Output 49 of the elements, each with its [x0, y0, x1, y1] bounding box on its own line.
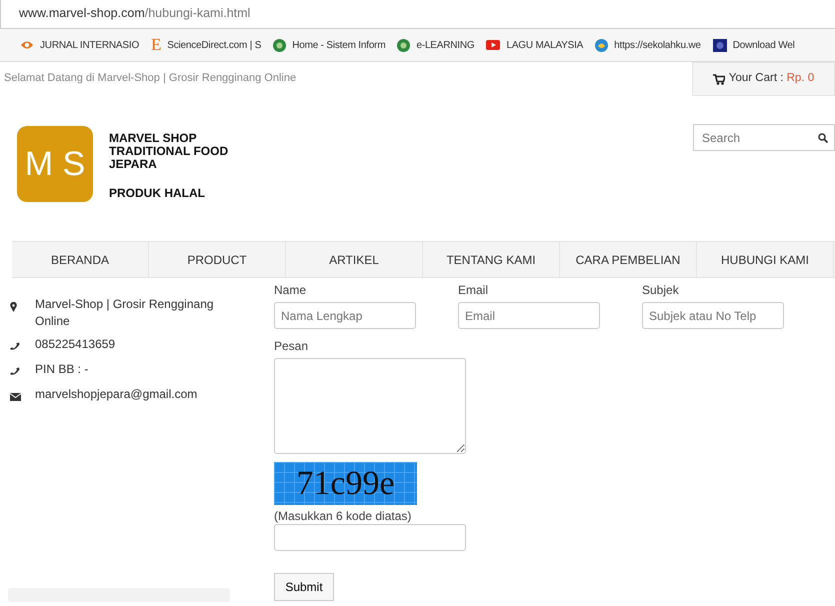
field-label: Email [458, 282, 490, 298]
eye-icon [20, 39, 34, 51]
globe-icon [273, 38, 286, 52]
field-label: Pesan [274, 338, 310, 354]
cart-button[interactable]: Your Cart : Rp. 0 [692, 62, 835, 96]
nav-tab[interactable]: PRODUCT [149, 242, 286, 277]
nav-tab[interactable]: CARA PEMBELIAN [560, 242, 697, 277]
input-field[interactable]: Email [458, 302, 600, 329]
nav-tab[interactable]: ARTIKEL [286, 242, 423, 277]
input-field[interactable]: Subjek atau No Telp [642, 302, 784, 329]
field-label: Subjek [642, 282, 680, 298]
mail-icon [10, 392, 21, 401]
contact-text: 085225413659 [35, 336, 116, 353]
bookmark-link[interactable]: LAGU MALAYSIA [506, 38, 584, 52]
tagline-text: PRODUK HALAL [109, 187, 206, 200]
nav-tab[interactable]: BERANDA [12, 242, 149, 277]
bookmark-link[interactable]: Home - Sistem Inform [292, 38, 386, 52]
globe-icon [397, 38, 410, 52]
bookmark-link[interactable]: JURNAL INTERNASIO [40, 38, 140, 52]
contact-text: marvelshopjepara@gmail.com [35, 386, 198, 403]
letter-icon: E [151, 32, 162, 58]
search-icon[interactable] [818, 133, 828, 143]
search-field[interactable]: Search [693, 124, 835, 151]
phone-icon [10, 342, 20, 352]
url-text[interactable]: www.marvel-shop.com/hubungi-kami.html [19, 4, 250, 28]
contact-text: Marvel-Shop | Grosir Rengginang Online [35, 296, 215, 330]
nav-tab[interactable]: TENTANG KAMI [423, 242, 560, 277]
captcha-field[interactable] [274, 524, 466, 551]
submit-button[interactable]: Submit [274, 573, 334, 601]
welcome-text: Selamat Datang di Marvel-Shop | Grosir Rengginang Online [3, 71, 296, 86]
captcha-hint: (Masukkan 6 kode diatas) [274, 508, 412, 524]
logo-mark: M S [17, 126, 93, 202]
location-icon [10, 302, 17, 312]
bookmark-link[interactable]: Download Wel [732, 38, 795, 52]
captcha-image: 71c99e [274, 462, 417, 505]
contact-text: PIN BB : - [35, 361, 90, 378]
phone-icon [10, 367, 20, 376]
play-icon [486, 40, 500, 50]
logo-text: MARVEL SHOP TRADITIONAL FOOD JEPARA [109, 132, 228, 171]
input-field[interactable]: Nama Lengkap [274, 302, 416, 329]
bookmark-link[interactable]: e-LEARNING [416, 38, 474, 52]
bookmark-link[interactable]: ScienceDirect.com | S [167, 38, 262, 52]
bookmark-link[interactable]: https://sekolahku.we [614, 38, 701, 52]
app-icon [712, 38, 727, 52]
message-field[interactable] [274, 358, 466, 454]
field-label: Name [274, 282, 308, 298]
cart-icon [712, 74, 725, 84]
globe-icon [595, 38, 608, 52]
nav-tab[interactable]: HUBUNGI KAMI [697, 242, 834, 277]
